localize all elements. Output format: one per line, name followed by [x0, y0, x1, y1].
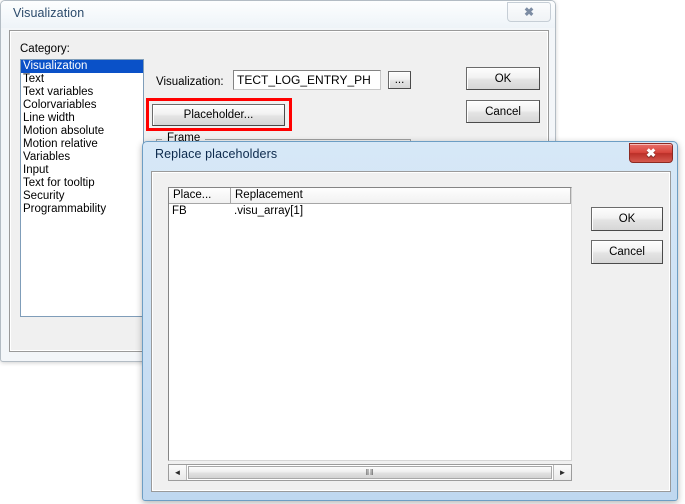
visualization-title: Visualization — [13, 6, 85, 20]
scroll-right-arrow-icon[interactable]: ► — [553, 465, 571, 480]
visualization-titlebar[interactable]: Visualization ✖ — [1, 1, 555, 28]
table-header-placeholder[interactable]: Place... — [169, 188, 231, 204]
table-row[interactable]: FB .visu_array[1] — [169, 204, 571, 218]
placeholders-table[interactable]: Place... Replacement FB .visu_array[1] — [168, 187, 572, 461]
category-item[interactable]: Variables — [21, 151, 143, 164]
category-item[interactable]: Input — [21, 164, 143, 177]
category-item[interactable]: Visualization — [21, 60, 143, 73]
replace-placeholders-dialog: Replace placeholders ✖ Place... Replacem… — [142, 141, 678, 501]
cell-placeholder: FB — [169, 204, 231, 218]
category-list-items: Visualization Text Text variables Colorvari… — [21, 60, 143, 216]
table-header-replacement[interactable]: Replacement — [231, 188, 571, 204]
replace-dialog-title: Replace placeholders — [155, 147, 278, 161]
close-icon[interactable]: ✖ — [507, 2, 551, 22]
category-item[interactable]: Text variables — [21, 86, 143, 99]
category-listbox[interactable]: Visualization Text Text variables Colorvari… — [20, 59, 144, 317]
category-item[interactable]: Line width — [21, 112, 143, 125]
replace-cancel-button[interactable]: Cancel — [591, 240, 663, 264]
scrollbar-thumb[interactable]: ‖‖ — [188, 466, 552, 479]
replace-ok-button[interactable]: OK — [591, 207, 663, 231]
placeholder-button[interactable]: Placeholder... — [152, 104, 285, 126]
close-icon[interactable]: ✖ — [629, 143, 673, 163]
category-item[interactable]: Motion relative — [21, 138, 143, 151]
replace-client-area: Place... Replacement FB .visu_array[1] ◄ … — [151, 171, 671, 492]
scrollbar-track[interactable]: ‖‖ — [187, 465, 553, 480]
table-body: FB .visu_array[1] — [169, 204, 571, 218]
cell-replacement: .visu_array[1] — [234, 205, 304, 217]
replace-titlebar[interactable]: Replace placeholders ✖ — [143, 142, 677, 169]
category-item[interactable]: Text — [21, 73, 143, 86]
category-item[interactable]: Motion absolute — [21, 125, 143, 138]
category-item[interactable]: Security — [21, 190, 143, 203]
visualization-cancel-button[interactable]: Cancel — [466, 100, 540, 123]
category-item[interactable]: Text for tooltip — [21, 177, 143, 190]
screen: Visualization ✖ Category: Visualization T… — [0, 0, 685, 504]
visualization-input[interactable]: TECT_LOG_ENTRY_PH — [233, 70, 381, 90]
visualization-ok-button[interactable]: OK — [466, 67, 540, 90]
visualization-field-label: Visualization: — [156, 76, 224, 88]
horizontal-scrollbar[interactable]: ◄ ‖‖ ► — [168, 464, 572, 481]
category-label: Category: — [20, 43, 70, 55]
scroll-left-arrow-icon[interactable]: ◄ — [169, 465, 187, 480]
table-header-row: Place... Replacement — [169, 188, 571, 204]
browse-button[interactable]: ... — [388, 71, 411, 89]
category-item[interactable]: Colorvariables — [21, 99, 143, 112]
category-item[interactable]: Programmability — [21, 203, 143, 216]
